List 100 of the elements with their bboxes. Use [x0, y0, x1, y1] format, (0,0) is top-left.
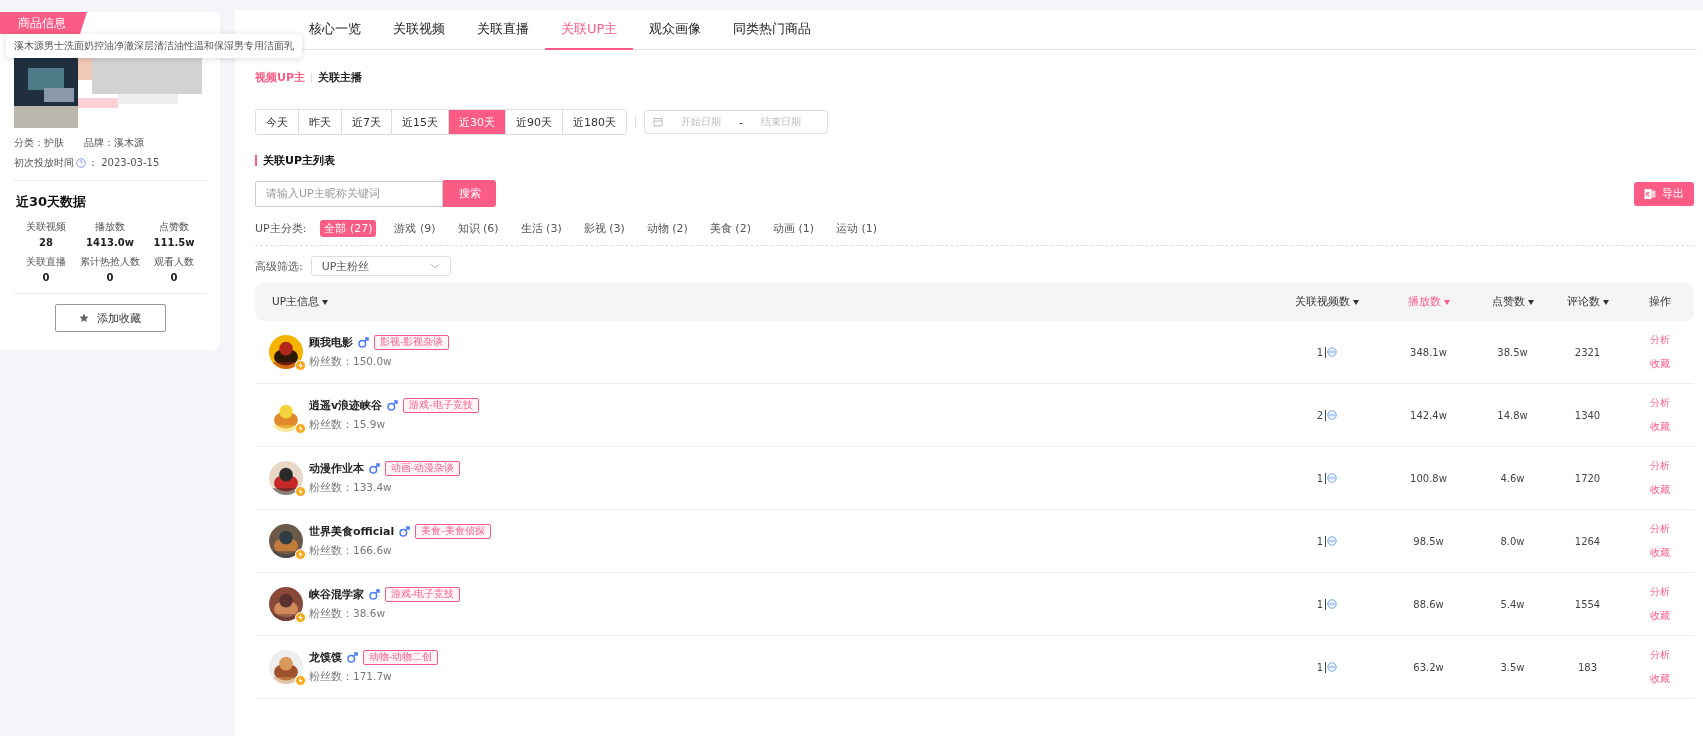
up-name[interactable]: 峡谷混学家: [309, 587, 364, 602]
up-name[interactable]: 动漫作业本: [309, 461, 364, 476]
fans-count: 粉丝数：150.0w: [309, 355, 393, 369]
expand-icon[interactable]: [1327, 536, 1338, 546]
stat-value: 0: [42, 272, 50, 283]
fans-count: 粉丝数：171.7w: [309, 670, 393, 684]
male-icon: [358, 337, 369, 348]
table-cell-text: 98.5w: [1412, 535, 1445, 547]
stat-label: 关联视频: [26, 221, 66, 234]
category-tag: 游戏-电子竞技: [403, 398, 479, 413]
male-icon: [347, 652, 358, 663]
fans-count: 粉丝数：38.6w: [309, 607, 386, 621]
lightning-icon: [295, 612, 306, 623]
table-cell-text: 8.0w: [1499, 535, 1526, 547]
sub-tab[interactable]: 关联主播: [318, 70, 362, 85]
category-chip[interactable]: 动画 (1): [768, 220, 818, 237]
table-cell: 1: [1316, 535, 1327, 547]
table-cell-text: 4.6w: [1499, 472, 1526, 484]
fans-count: 粉丝数：15.9w: [309, 418, 386, 432]
male-icon: [399, 526, 411, 537]
column-header[interactable]: 评论数: [1566, 295, 1600, 309]
tab[interactable]: 观众画像: [633, 10, 718, 50]
expand-icon[interactable]: [1327, 473, 1338, 483]
expand-icon[interactable]: [1327, 410, 1338, 420]
stats-title: 近30天数据: [15, 193, 88, 211]
stat-label: 点赞数: [159, 221, 189, 234]
filter-label: 高级筛选:: [255, 258, 303, 274]
table-cell: 1: [1316, 598, 1327, 610]
sort-icon[interactable]: [1353, 299, 1359, 305]
male-icon: [387, 400, 399, 411]
male-icon: [369, 589, 380, 600]
expand-icon[interactable]: [1327, 662, 1338, 672]
stat-value: 0: [170, 272, 178, 283]
stat-label: 观看人数: [154, 256, 194, 269]
table-cell: 1: [1316, 346, 1327, 358]
tab[interactable]: 关联视频: [377, 10, 461, 50]
stat-label: 累计热抢人数: [80, 256, 140, 269]
column-header[interactable]: 关联视频数: [1295, 295, 1350, 309]
stat-value: 111.5w: [153, 237, 195, 248]
table-cell-text: 100.8w: [1409, 472, 1448, 484]
category-chip[interactable]: 动物 (2): [642, 220, 692, 237]
expand-icon[interactable]: [1327, 347, 1338, 357]
male-icon: [369, 463, 380, 474]
category-chip[interactable]: 生活 (3): [516, 220, 566, 237]
table-cell-text: 14.8w: [1496, 409, 1529, 421]
chevron-down-icon: [429, 263, 440, 269]
table-cell-text: 348.1w: [1409, 346, 1448, 358]
star-icon: [79, 313, 89, 323]
category-chip[interactable]: 美食 (2): [705, 220, 755, 237]
section-ribbon: 商品信息: [0, 12, 87, 34]
stat-label: 播放数: [95, 221, 125, 234]
lightning-icon: [295, 675, 306, 686]
sort-icon[interactable]: [322, 299, 329, 305]
table-cell-text: 2321: [1573, 346, 1602, 358]
category-tag: 动画-动漫杂谈: [385, 461, 461, 476]
category-chip[interactable]: 影视 (3): [579, 220, 629, 237]
lightning-icon: [295, 423, 306, 434]
stat-value: 1413.0w: [86, 237, 134, 248]
category-tag: 美食-美食侦探: [415, 524, 491, 539]
table-cell-text: 3.5w: [1499, 661, 1526, 673]
add-favorite-button[interactable]: 添加收藏: [54, 304, 166, 332]
help-icon[interactable]: [76, 158, 86, 168]
dropdown[interactable]: UP主粉丝: [310, 256, 451, 276]
spreadsheet-icon: [1644, 187, 1656, 200]
expand-icon[interactable]: [1327, 599, 1338, 609]
table-cell: 1: [1316, 472, 1327, 484]
category-tag: 动物-动物二创: [363, 650, 439, 665]
table-cell-text: 38.5w: [1496, 346, 1529, 358]
up-name[interactable]: 顾我电影: [309, 335, 353, 350]
sort-icon[interactable]: [1602, 299, 1609, 305]
table-cell-text: 1340: [1573, 409, 1602, 421]
category-text: 分类：护肤: [14, 136, 64, 150]
category-tag: 影视-影视杂谈: [374, 335, 450, 350]
tooltip: 溪木源男士洗面奶控油净澈深层清洁油性温和保湿男专用洁面乳: [6, 34, 302, 58]
category-tag: 游戏-电子竞技: [385, 587, 461, 602]
tab[interactable]: 同类热门商品: [717, 10, 828, 50]
category-chip[interactable]: 游戏 (9): [390, 220, 440, 237]
category-chip[interactable]: 知识 (6): [453, 220, 503, 237]
fans-count: 粉丝数：166.6w: [309, 544, 393, 558]
table-cell-text: 63.2w: [1412, 661, 1445, 673]
calendar-icon: [653, 117, 663, 127]
column-header[interactable]: 点赞数: [1491, 295, 1525, 309]
search-field[interactable]: 请输入UP主昵称关键词: [255, 180, 443, 207]
table-cell-text: 88.6w: [1412, 598, 1445, 610]
up-name[interactable]: 逍遥v浪迹峡谷: [309, 398, 383, 413]
up-name[interactable]: 龙馍馍: [309, 650, 342, 665]
table-cell-text: 1720: [1573, 472, 1602, 484]
tab[interactable]: 关联直播: [461, 10, 545, 50]
table-cell: 2: [1316, 409, 1327, 421]
table-cell: 1: [1316, 661, 1327, 673]
category-chip[interactable]: 运动 (1): [832, 220, 882, 237]
fans-count: 粉丝数：133.4w: [309, 481, 393, 495]
date-range-button[interactable]: 近180天: [562, 110, 626, 134]
sort-icon[interactable]: [1527, 299, 1534, 305]
table-cell-text: 183: [1576, 661, 1599, 673]
column-header[interactable]: UP主信息: [272, 295, 320, 309]
section-title: 关联UP主列表: [263, 153, 335, 168]
first-launch-label: 初次投放时间: [14, 156, 74, 170]
up-name[interactable]: 世界美食official: [309, 524, 395, 539]
table-cell-text: 1554: [1573, 598, 1602, 610]
